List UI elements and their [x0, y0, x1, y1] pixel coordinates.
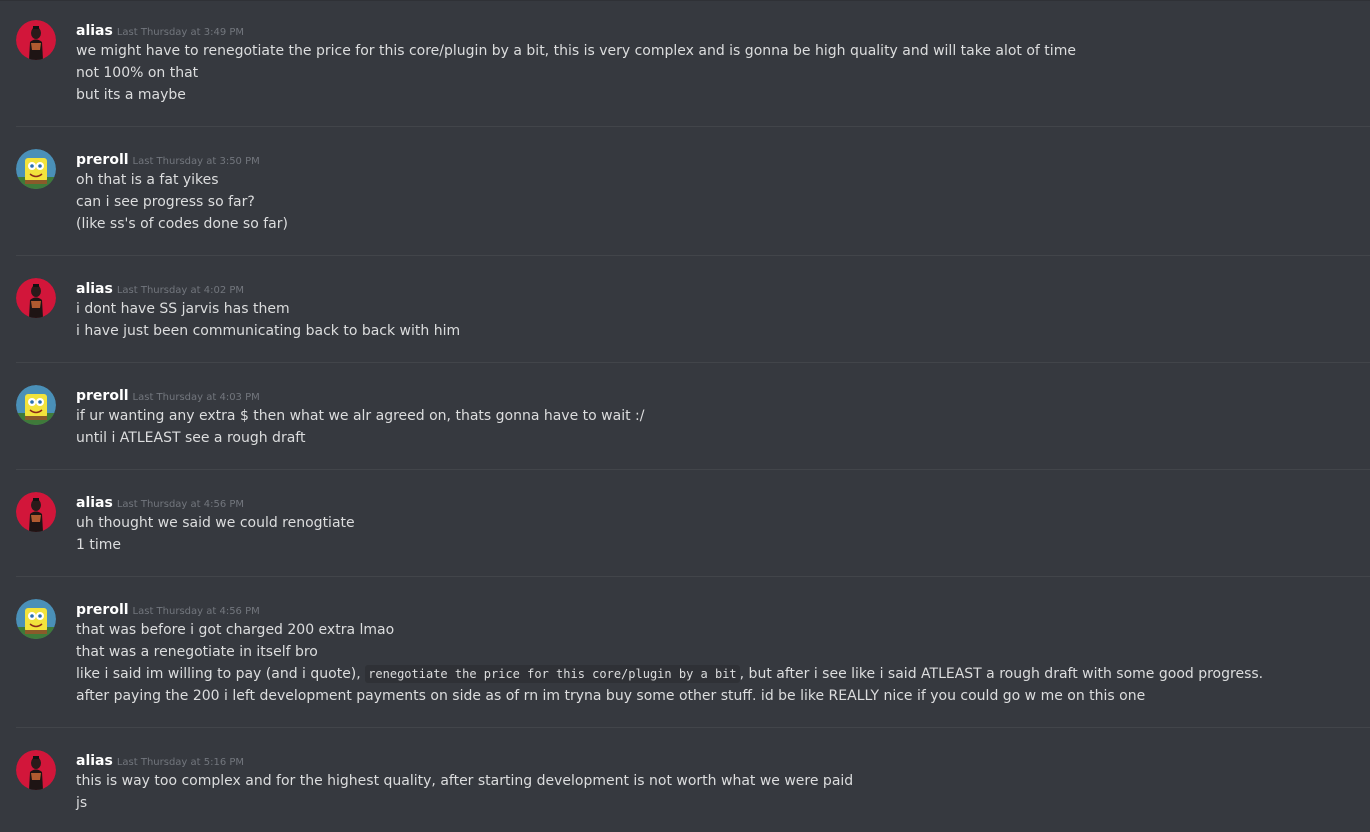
top-border [0, 0, 1370, 1]
message-header: alias Last Thursday at 4:56 PM [76, 492, 244, 512]
message-content: oh that is a fat yikes can i see progres… [76, 169, 288, 235]
message-line: we might have to renegotiate the price f… [76, 43, 1076, 59]
message-line: that was before i got charged 200 extra … [76, 622, 395, 638]
message-content: this is way too complex and for the high… [76, 770, 853, 814]
message-divider [16, 362, 1370, 363]
timestamp: Last Thursday at 3:49 PM [116, 27, 245, 38]
timestamp: Last Thursday at 4:56 PM [116, 499, 245, 510]
spongebob-avatar[interactable] [16, 149, 56, 189]
alias-avatar[interactable] [16, 20, 56, 60]
message-line-with-code: like i said im willing to pay (and i quo… [76, 663, 1263, 685]
message-line: js [76, 795, 88, 811]
timestamp: Last Thursday at 4:03 PM [132, 392, 260, 403]
message-line: until i ATLEAST see a rough draft [76, 430, 306, 446]
message-line: this is way too complex and for the high… [76, 773, 854, 789]
message-line: that was a renegotiate in itself bro [76, 644, 318, 660]
chat-messages: alias Last Thursday at 3:49 PM we might h… [0, 0, 1370, 832]
message-header: alias Last Thursday at 5:16 PM [76, 750, 244, 770]
message-divider [16, 727, 1370, 728]
message-line: not 100% on that [76, 65, 199, 81]
message-line: if ur wanting any extra $ then what we a… [76, 408, 645, 424]
username[interactable]: alias [76, 23, 113, 39]
spongebob-avatar[interactable] [16, 599, 56, 639]
text-segment: like i said im willing to pay (and i quo… [76, 666, 366, 682]
message-content: i dont have SS jarvis has them i have ju… [76, 298, 460, 342]
message-divider [16, 255, 1370, 256]
message-line: uh thought we said we could renogtiate [76, 515, 355, 531]
message-divider [16, 126, 1370, 127]
timestamp: Last Thursday at 5:16 PM [116, 757, 245, 768]
message-content: we might have to renegotiate the price f… [76, 40, 1076, 106]
text-segment: , but after i see like i said ATLEAST a … [739, 666, 1264, 682]
username[interactable]: alias [76, 753, 113, 769]
message-content: if ur wanting any extra $ then what we a… [76, 405, 644, 449]
username[interactable]: preroll [76, 388, 129, 404]
timestamp: Last Thursday at 3:50 PM [132, 156, 260, 167]
inline-code: renegotiate the price for this core/plug… [365, 665, 740, 683]
message-line: 1 time [76, 537, 121, 553]
message-divider [16, 469, 1370, 470]
message-header: alias Last Thursday at 3:49 PM [76, 20, 244, 40]
username[interactable]: preroll [76, 152, 129, 168]
message-line: can i see progress so far? [76, 194, 255, 210]
username[interactable]: preroll [76, 602, 129, 618]
message-header: preroll Last Thursday at 3:50 PM [76, 149, 260, 169]
message-line: but its a maybe [76, 87, 186, 103]
message-header: preroll Last Thursday at 4:56 PM [76, 599, 260, 619]
message-content: uh thought we said we could renogtiate 1… [76, 512, 355, 556]
username[interactable]: alias [76, 495, 113, 511]
username[interactable]: alias [76, 281, 113, 297]
timestamp: Last Thursday at 4:02 PM [116, 285, 245, 296]
timestamp: Last Thursday at 4:56 PM [132, 606, 260, 617]
message-divider [16, 576, 1370, 577]
message-content: that was before i got charged 200 extra … [76, 619, 1263, 707]
message-header: alias Last Thursday at 4:02 PM [76, 278, 244, 298]
message-line: after paying the 200 i left development … [76, 688, 1146, 704]
message-line: i dont have SS jarvis has them [76, 301, 290, 317]
message-line: i have just been communicating back to b… [76, 323, 461, 339]
message-line: oh that is a fat yikes [76, 172, 219, 188]
message-header: preroll Last Thursday at 4:03 PM [76, 385, 260, 405]
alias-avatar[interactable] [16, 278, 56, 318]
alias-avatar[interactable] [16, 492, 56, 532]
alias-avatar[interactable] [16, 750, 56, 790]
message-line: (like ss's of codes done so far) [76, 216, 288, 232]
spongebob-avatar[interactable] [16, 385, 56, 425]
